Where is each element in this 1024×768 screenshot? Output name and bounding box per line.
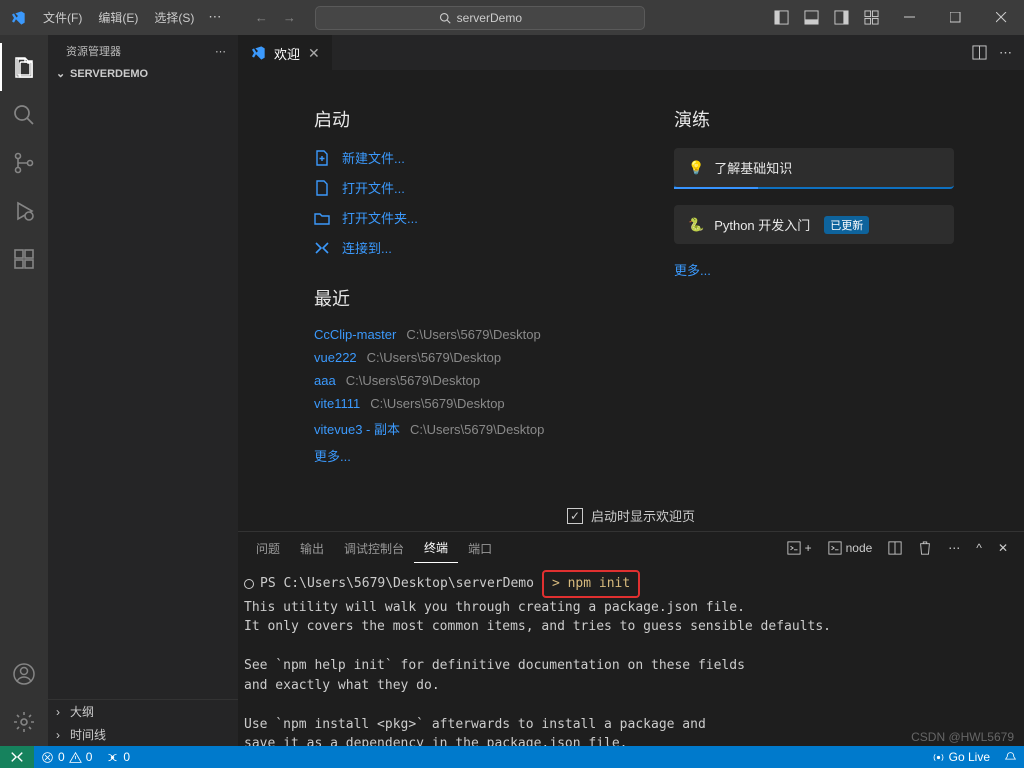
activity-source-control-icon[interactable] <box>0 139 48 187</box>
remote-icon <box>314 240 332 256</box>
menu-edit[interactable]: 编辑(E) <box>90 3 146 32</box>
search-text: serverDemo <box>457 11 522 25</box>
recent-item[interactable]: vite1111C:\Users\5679\Desktop <box>314 396 594 411</box>
recent-heading: 最近 <box>314 285 594 311</box>
terminal-launch-profile-icon[interactable]: + <box>783 539 816 557</box>
activity-run-debug-icon[interactable] <box>0 187 48 235</box>
remote-indicator-icon[interactable] <box>0 746 34 768</box>
terminal-selector[interactable]: node <box>824 539 877 557</box>
walkthrough-more-link[interactable]: 更多... <box>674 260 954 279</box>
activity-search-icon[interactable] <box>0 91 48 139</box>
activity-settings-icon[interactable] <box>0 698 48 746</box>
toggle-primary-sidebar-icon[interactable] <box>766 3 796 33</box>
new-file-icon <box>314 150 332 166</box>
folder-icon <box>314 210 332 226</box>
watermark-text: CSDN @HWL5679 <box>911 730 1014 744</box>
walkthrough-learn-basics[interactable]: 💡 了解基础知识 <box>674 148 954 189</box>
tab-close-icon[interactable]: ✕ <box>308 45 320 62</box>
recent-item[interactable]: aaaC:\Users\5679\Desktop <box>314 373 594 388</box>
kill-terminal-icon[interactable] <box>914 539 936 557</box>
close-panel-icon[interactable]: ✕ <box>994 539 1012 557</box>
menu-file[interactable]: 文件(F) <box>35 3 90 32</box>
new-file-link[interactable]: 新建文件... <box>314 148 594 167</box>
file-icon <box>314 180 332 196</box>
statusbar: 0 0 0 Go Live <box>0 746 1024 768</box>
lightbulb-icon: 💡 <box>688 160 704 176</box>
sidebar-more-icon[interactable]: ⋯ <box>215 45 226 58</box>
editor-more-icon[interactable]: ⋯ <box>999 45 1012 61</box>
activity-extensions-icon[interactable] <box>0 235 48 283</box>
sidebar-explorer: 资源管理器 ⋯ ⌄ SERVERDEMO ›大纲 ›时间线 <box>48 35 238 746</box>
tab-welcome[interactable]: 欢迎 ✕ <box>238 35 332 70</box>
python-icon: 🐍 <box>688 217 704 233</box>
command-center-search[interactable]: serverDemo <box>315 6 645 30</box>
terminal-output: This utility will walk you through creat… <box>244 600 831 747</box>
updated-badge: 已更新 <box>824 216 869 234</box>
status-ports[interactable]: 0 <box>99 750 137 764</box>
sidebar-outline-header[interactable]: ›大纲 <box>48 700 238 723</box>
customize-layout-icon[interactable] <box>856 3 886 33</box>
nav-forward-icon[interactable]: → <box>275 4 303 32</box>
editor-tabs: 欢迎 ✕ ⋯ <box>238 35 1024 70</box>
terminal-command-highlight: > npm init <box>542 570 640 598</box>
panel-tab-ports[interactable]: 端口 <box>458 534 502 563</box>
split-terminal-icon[interactable] <box>884 539 906 557</box>
panel-tab-output[interactable]: 输出 <box>290 534 334 563</box>
toggle-panel-icon[interactable] <box>796 3 826 33</box>
nav-back-icon[interactable]: ← <box>247 4 275 32</box>
terminal-prompt: PS C:\Users\5679\Desktop\serverDemo <box>260 574 534 594</box>
panel-tab-debug-console[interactable]: 调试控制台 <box>334 534 414 563</box>
checkbox-checked-icon[interactable]: ✓ <box>567 508 583 524</box>
sidebar-timeline-header[interactable]: ›时间线 <box>48 723 238 746</box>
open-file-link[interactable]: 打开文件... <box>314 178 594 197</box>
show-welcome-checkbox[interactable]: ✓ 启动时显示欢迎页 <box>238 488 1024 531</box>
split-editor-icon[interactable] <box>972 45 987 61</box>
status-notifications-icon[interactable] <box>997 751 1024 764</box>
maximize-panel-icon[interactable]: ^ <box>972 539 986 557</box>
chevron-right-icon: › <box>56 728 66 742</box>
terminal-bullet-icon <box>244 579 254 589</box>
start-heading: 启动 <box>314 106 594 132</box>
chevron-right-icon: › <box>56 705 66 719</box>
activity-accounts-icon[interactable] <box>0 650 48 698</box>
recent-item[interactable]: CcClip-masterC:\Users\5679\Desktop <box>314 327 594 342</box>
menubar: 文件(F) 编辑(E) 选择(S) ⋯ <box>35 3 227 32</box>
sidebar-folder-name: SERVERDEMO <box>70 68 148 80</box>
activity-bar <box>0 35 48 746</box>
bottom-panel: 问题 输出 调试控制台 终端 端口 + node ⋯ ^ ✕ PS C:\Use… <box>238 531 1024 746</box>
panel-tab-problems[interactable]: 问题 <box>246 534 290 563</box>
welcome-page: 启动 新建文件... 打开文件... 打开文件夹... 连接到... 最近 Cc… <box>238 70 1024 488</box>
panel-tab-terminal[interactable]: 终端 <box>414 533 458 563</box>
walkthrough-python[interactable]: 🐍 Python 开发入门 已更新 <box>674 205 954 244</box>
chevron-down-icon: ⌄ <box>56 67 66 80</box>
terminal-content[interactable]: PS C:\Users\5679\Desktop\serverDemo > npm… <box>238 564 1024 746</box>
recent-item[interactable]: vue222C:\Users\5679\Desktop <box>314 350 594 365</box>
toggle-secondary-sidebar-icon[interactable] <box>826 3 856 33</box>
sidebar-title: 资源管理器 <box>66 43 121 59</box>
menu-more-icon[interactable]: ⋯ <box>202 3 227 32</box>
window-close-icon[interactable] <box>978 0 1024 35</box>
walkthroughs-heading: 演练 <box>674 106 954 132</box>
activity-explorer-icon[interactable] <box>0 43 48 91</box>
search-icon <box>439 12 451 24</box>
panel-more-icon[interactable]: ⋯ <box>944 539 964 557</box>
menu-select[interactable]: 选择(S) <box>146 3 202 32</box>
connect-link[interactable]: 连接到... <box>314 238 594 257</box>
recent-more-link[interactable]: 更多... <box>314 446 594 465</box>
open-folder-link[interactable]: 打开文件夹... <box>314 208 594 227</box>
titlebar: 文件(F) 编辑(E) 选择(S) ⋯ ← → serverDemo <box>0 0 1024 35</box>
window-maximize-icon[interactable] <box>932 0 978 35</box>
window-minimize-icon[interactable] <box>886 0 932 35</box>
vscode-logo-icon <box>250 45 266 61</box>
vscode-logo-icon <box>0 10 35 26</box>
tab-label: 欢迎 <box>274 44 300 63</box>
sidebar-folder-header[interactable]: ⌄ SERVERDEMO <box>48 63 238 84</box>
status-errors[interactable]: 0 0 <box>34 750 99 764</box>
status-go-live[interactable]: Go Live <box>925 750 997 764</box>
recent-item[interactable]: vitevue3 - 副本C:\Users\5679\Desktop <box>314 419 594 438</box>
